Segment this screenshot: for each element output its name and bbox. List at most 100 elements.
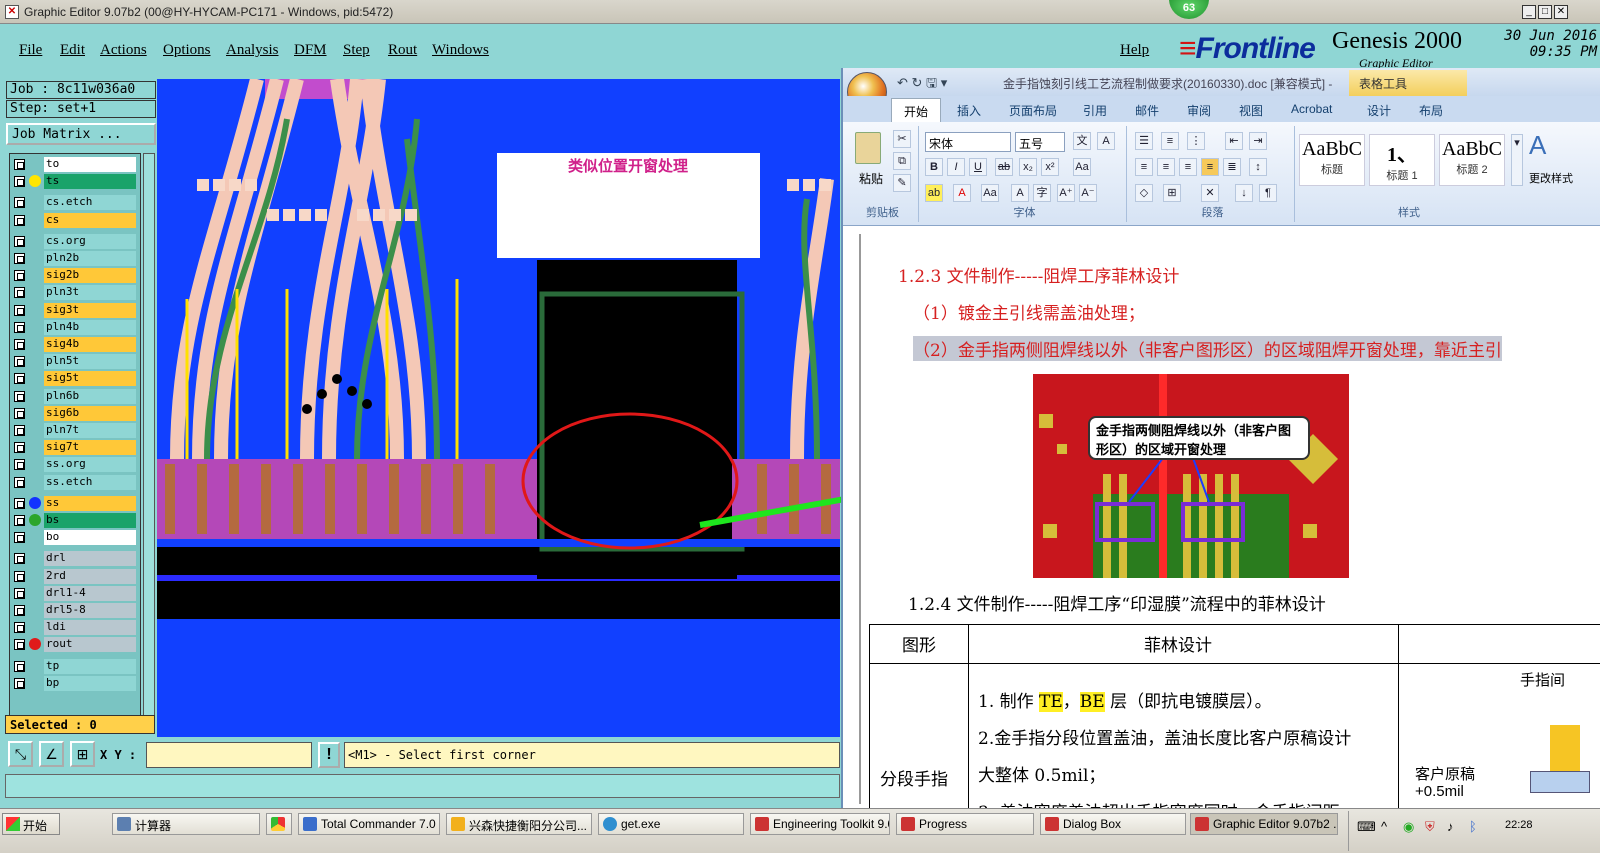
layer-name[interactable]: sig4b (44, 337, 136, 352)
layer-checkbox[interactable] (14, 197, 25, 209)
layer-name[interactable]: tp (44, 658, 136, 674)
job-matrix-button[interactable]: Job Matrix ... (6, 123, 156, 145)
layer-name[interactable]: cs (44, 212, 136, 228)
layer-checkbox[interactable] (14, 407, 25, 419)
task-engineering-toolkit[interactable]: Engineering Toolkit 9.0... (750, 813, 890, 835)
layer-checkbox[interactable] (14, 176, 25, 188)
layer-checkbox[interactable] (14, 660, 25, 672)
layer-checkbox[interactable] (14, 677, 25, 689)
layer-row-sig3t[interactable]: sig3t (12, 302, 138, 319)
layer-row-ss-org[interactable]: ss.org (12, 456, 138, 473)
layer-name[interactable]: sig3t (44, 302, 136, 318)
layer-name[interactable]: pln6b (44, 388, 136, 404)
layer-row-pln3t[interactable]: pln3t (12, 284, 138, 301)
layer-scrollbar[interactable] (143, 153, 155, 733)
align-center-icon[interactable]: ≡ (1157, 158, 1175, 176)
layer-row-sig5t[interactable]: sig5t (12, 370, 138, 387)
layer-row-sig6b[interactable]: sig6b (12, 405, 138, 422)
subscript-icon[interactable]: x₂ (1019, 158, 1037, 176)
sort-icon[interactable]: ↓ (1235, 184, 1253, 202)
layer-name[interactable]: sig7t (44, 440, 136, 456)
layer-row-pln4b[interactable]: pln4b (12, 319, 138, 336)
layer-affected-indicator[interactable] (29, 496, 41, 509)
font-color-icon[interactable]: A (953, 184, 971, 202)
layer-row-ss-etch[interactable]: ss.etch (12, 474, 138, 491)
document-body[interactable]: 1.2.3 文件制作-----阻焊工序菲林设计 （1）镀金主引线需盖油处理； （… (843, 226, 1600, 808)
line-spacing-icon[interactable]: ↕ (1249, 158, 1267, 176)
tab-acrobat[interactable]: Acrobat (1291, 102, 1332, 116)
maximize-button[interactable]: □ (1538, 5, 1552, 19)
clear-format-icon[interactable]: Aa (1073, 158, 1091, 176)
layer-name[interactable]: cs.etch (44, 195, 136, 211)
task-calculator[interactable]: 计算器 (112, 813, 260, 835)
layer-row-cs-org[interactable]: cs.org (12, 233, 138, 250)
alert-icon[interactable]: ! (318, 742, 340, 768)
layer-checkbox[interactable] (14, 390, 25, 402)
style-title[interactable]: AaBbC 标题 (1299, 134, 1365, 186)
volume-icon[interactable]: ♪ (1447, 819, 1454, 834)
layer-name[interactable]: bp (44, 675, 136, 691)
security-icon[interactable]: ⛨ (1425, 819, 1435, 835)
change-case-icon[interactable]: Aa (981, 184, 999, 202)
tab-page-layout[interactable]: 页面布局 (1009, 102, 1057, 119)
cut-icon[interactable]: ✂ (893, 130, 911, 148)
chinese-layout-icon[interactable]: ✕ (1201, 184, 1219, 202)
menu-windows[interactable]: Windows (432, 42, 489, 59)
layer-row-bo[interactable]: bo (12, 529, 138, 546)
tab-review[interactable]: 审阅 (1187, 102, 1211, 119)
shrink-font-icon[interactable]: A⁻ (1079, 184, 1097, 202)
menu-options[interactable]: Options (163, 42, 211, 59)
bullets-icon[interactable]: ☰ (1135, 132, 1153, 150)
layer-name[interactable]: drl (44, 551, 136, 567)
tab-mailings[interactable]: 邮件 (1135, 102, 1159, 119)
layer-checkbox[interactable] (14, 639, 25, 651)
tab-view[interactable]: 视图 (1239, 102, 1263, 119)
layer-row-to[interactable]: to (12, 156, 138, 173)
layer-checkbox[interactable] (14, 570, 25, 582)
layer-row-cs[interactable]: cs (12, 212, 138, 229)
show-marks-icon[interactable]: ¶ (1259, 184, 1277, 202)
network-icon[interactable]: ◉ (1403, 819, 1414, 835)
increase-indent-icon[interactable]: ⇥ (1249, 132, 1267, 150)
tab-home[interactable]: 开始 (891, 98, 942, 122)
layer-row-2rd[interactable]: 2rd (12, 568, 138, 585)
layer-checkbox[interactable] (14, 476, 25, 488)
task-get-exe[interactable]: get.exe (598, 813, 744, 835)
layer-row-bp[interactable]: bp (12, 675, 138, 692)
layer-name[interactable]: pln3t (44, 285, 136, 301)
layer-checkbox[interactable] (14, 605, 25, 616)
layer-checkbox[interactable] (14, 321, 25, 333)
paste-icon[interactable] (855, 132, 881, 164)
layer-name[interactable]: bo (44, 530, 136, 546)
layer-name[interactable]: 2rd (44, 568, 136, 584)
layer-checkbox[interactable] (14, 442, 25, 454)
menu-help[interactable]: Help (1120, 42, 1149, 59)
justify-icon[interactable]: ≡ (1201, 158, 1219, 176)
layer-name[interactable]: pln5t (44, 354, 136, 370)
layer-name[interactable]: ss.org (44, 457, 136, 473)
layer-checkbox[interactable] (14, 373, 25, 385)
align-left-icon[interactable]: ≡ (1135, 158, 1153, 176)
phonetic-icon[interactable]: 文 (1073, 132, 1091, 150)
layer-row-drl[interactable]: drl (12, 550, 138, 567)
font-name-select[interactable]: 宋体 (925, 132, 1011, 152)
layer-row-ldi[interactable]: ldi (12, 619, 138, 636)
keyboard-icon[interactable]: ⌨ (1357, 819, 1376, 835)
font-size-select[interactable]: 五号 (1015, 132, 1065, 152)
layer-row-pln6b[interactable]: pln6b (12, 388, 138, 405)
menu-actions[interactable]: Actions (100, 42, 147, 59)
layer-row-pln2b[interactable]: pln2b (12, 250, 138, 267)
layer-name[interactable]: ldi (44, 620, 136, 636)
layer-name[interactable]: cs.org (44, 233, 136, 249)
format-painter-icon[interactable]: ✎ (893, 174, 911, 192)
bold-icon[interactable]: B (925, 158, 943, 176)
layer-name[interactable]: to (44, 157, 136, 172)
layer-name[interactable]: rout (44, 637, 136, 653)
enclose-char-icon[interactable]: 字 (1033, 184, 1051, 202)
layer-row-tp[interactable]: tp (12, 658, 138, 675)
layer-name[interactable]: ts (44, 174, 136, 190)
layer-checkbox[interactable] (14, 622, 25, 634)
layer-row-drl5-8[interactable]: drl5-8 (12, 602, 138, 619)
change-styles-label[interactable]: 更改样式 (1529, 170, 1573, 186)
layer-row-cs-etch[interactable]: cs.etch (12, 194, 138, 211)
